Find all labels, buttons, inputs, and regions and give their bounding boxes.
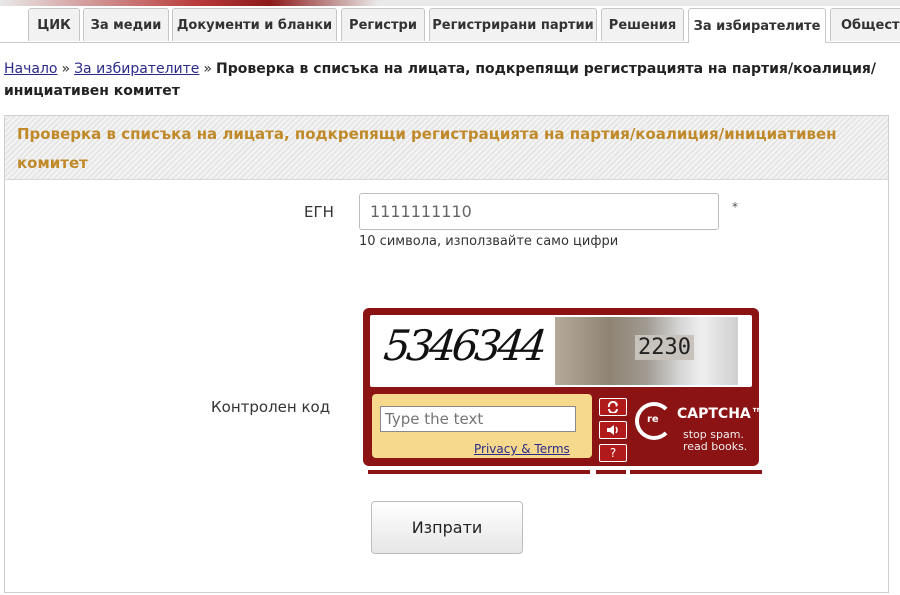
recaptcha-brand: CAPTCHA™ [677, 406, 765, 422]
tab-media[interactable]: За медии [83, 8, 169, 41]
submit-button[interactable]: Изпрати [371, 501, 523, 554]
captcha-word-house-number: 2230 [635, 335, 694, 360]
tab-registered-parties[interactable]: Регистрирани партии [429, 8, 597, 41]
captcha-input-area: Privacy & Terms [372, 394, 592, 458]
breadcrumb: Начало» За избирателите» Проверка в списък… [4, 58, 896, 102]
captcha-word-distorted: 5346344 [381, 321, 546, 370]
breadcrumb-voters-link[interactable]: За избирателите [74, 61, 199, 77]
privacy-terms-link[interactable]: Privacy & Terms [474, 442, 570, 456]
tab-registers[interactable]: Регистри [341, 8, 425, 41]
reload-icon[interactable] [599, 398, 627, 416]
captcha-response-input[interactable] [380, 406, 576, 432]
panel-title: Проверка в списъка на лицата, подкрепящи… [17, 125, 837, 172]
required-marker: * [732, 200, 738, 214]
help-glyph: ? [609, 446, 617, 460]
tab-decisions[interactable]: Решения [601, 8, 684, 41]
captcha-bottom-strip [596, 470, 626, 474]
panel-header: Проверка в списъка на лицата, подкрепящи… [5, 116, 888, 180]
egn-hint: 10 символа, използвайте само цифри [359, 234, 619, 249]
help-icon[interactable]: ? [599, 444, 627, 462]
breadcrumb-home-link[interactable]: Начало [4, 61, 57, 77]
top-decoration-band [0, 0, 900, 6]
tab-public[interactable]: Общест [830, 8, 900, 41]
recaptcha-logo: re CAPTCHA™ stop spam. read books. [633, 400, 765, 460]
captcha-label: Контролен код [211, 398, 331, 416]
tab-cik[interactable]: ЦИК [28, 8, 80, 41]
recaptcha-widget: 5346344 2230 Privacy & Terms ? re CAPTCH… [363, 308, 765, 466]
main-nav-tabs: ЦИК За медии Документи и бланки Регистри… [0, 8, 900, 43]
egn-input[interactable] [359, 193, 719, 230]
tab-for-voters[interactable]: За избирателите [688, 8, 826, 43]
breadcrumb-separator: » [61, 61, 71, 77]
egn-label: ЕГН [304, 203, 334, 221]
captcha-image: 5346344 2230 [370, 315, 752, 387]
audio-icon[interactable] [599, 421, 627, 439]
tab-documents[interactable]: Документи и бланки [172, 8, 337, 41]
captcha-bottom-strip [368, 470, 590, 474]
recaptcha-tagline-2: read books. [683, 440, 748, 453]
captcha-bottom-strip [630, 470, 762, 474]
recaptcha-re-text: re [647, 414, 659, 425]
breadcrumb-separator: » [203, 61, 212, 77]
